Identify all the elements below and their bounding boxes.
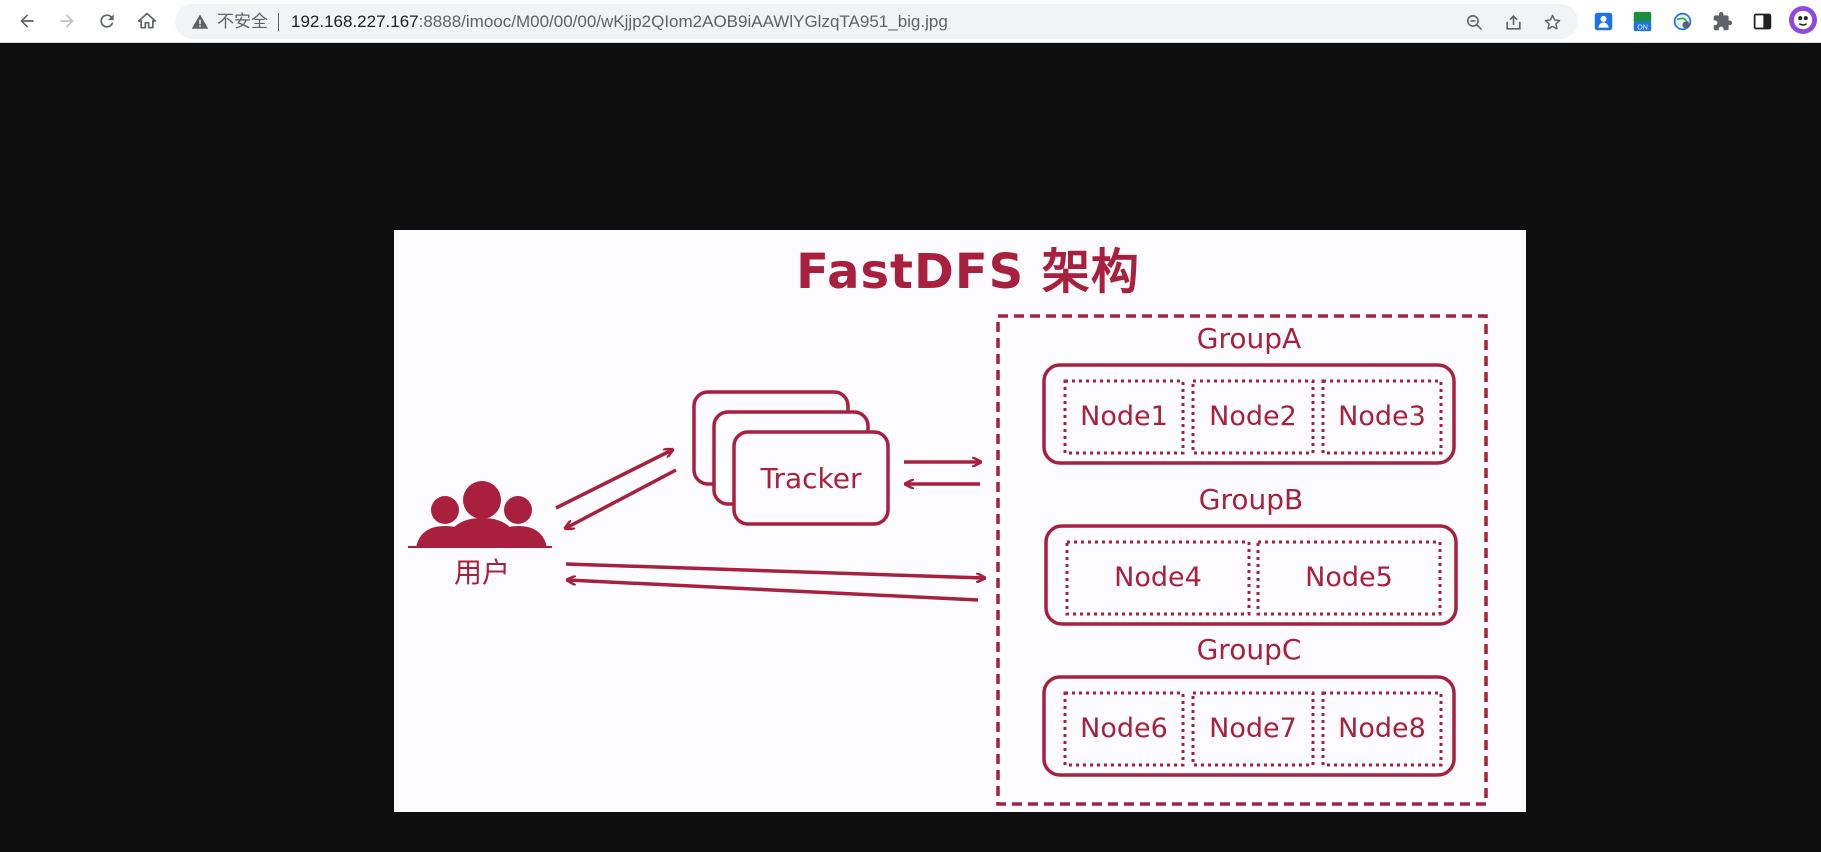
warning-triangle-icon[interactable]	[191, 13, 209, 31]
node1-label: Node1	[1080, 401, 1168, 432]
omnibox-separator	[278, 13, 279, 31]
share-icon	[1505, 14, 1521, 30]
address-bar[interactable]: 不安全 192.168.227.167:8888/imooc/M00/00/00…	[175, 4, 1578, 39]
extension-globe-button[interactable]	[1670, 9, 1694, 33]
home-button[interactable]	[132, 6, 162, 36]
zoom-icon	[1466, 14, 1482, 30]
puzzle-icon	[1713, 11, 1732, 30]
node5-label: Node5	[1305, 562, 1393, 593]
side-panel-icon	[1753, 13, 1771, 29]
extension-on-button[interactable]: ON	[1630, 9, 1654, 33]
extension-1-icon	[1594, 12, 1612, 30]
group-c-label: GroupC	[1196, 633, 1302, 666]
arrow-user-to-tracker	[555, 450, 672, 510]
profile-avatar-icon	[1793, 10, 1813, 30]
group-a-label: GroupA	[1196, 322, 1302, 355]
node6-label: Node6	[1080, 713, 1168, 744]
url-text[interactable]: 192.168.227.167:8888/imooc/M00/00/00/wKj…	[291, 12, 948, 32]
url-path: :8888/imooc/M00/00/00/wKjjp2QIom2AOB9iAA…	[418, 12, 948, 31]
forward-button[interactable]	[52, 6, 82, 36]
home-icon	[137, 12, 157, 29]
diagram-title: FastDFS 架构	[796, 244, 1140, 300]
arrow-storage-to-user	[568, 580, 979, 602]
extension-globe-icon	[1673, 12, 1691, 30]
extension-on-icon: ON	[1633, 11, 1651, 31]
back-arrow-icon	[20, 14, 34, 28]
node4-label: Node4	[1114, 562, 1202, 593]
tracker-label: Tracker	[760, 462, 862, 495]
extension-on-badge: ON	[1637, 24, 1648, 31]
node7-label: Node7	[1209, 713, 1297, 744]
arrow-tracker-to-user	[566, 468, 677, 528]
back-button[interactable]	[12, 6, 42, 36]
zoom-button[interactable]	[1463, 11, 1485, 33]
tracker-stack	[692, 390, 890, 526]
profile-avatar-button[interactable]	[1789, 6, 1817, 34]
reload-icon	[100, 14, 114, 28]
user-label: 用户	[453, 556, 510, 589]
group-b-label: GroupB	[1198, 483, 1304, 516]
node2-label: Node2	[1209, 401, 1297, 432]
share-button[interactable]	[1502, 11, 1524, 33]
forward-arrow-icon	[60, 14, 74, 28]
reload-button[interactable]	[92, 6, 122, 36]
node3-label: Node3	[1338, 401, 1426, 432]
extension-1-button[interactable]	[1591, 9, 1615, 33]
users-icon	[416, 481, 547, 548]
star-icon	[1544, 14, 1560, 30]
arrow-user-to-storage	[565, 562, 984, 578]
browser-toolbar: 不安全 192.168.227.167:8888/imooc/M00/00/00…	[0, 0, 1821, 43]
node8-label: Node8	[1338, 713, 1426, 744]
url-host: 192.168.227.167	[291, 12, 419, 31]
extensions-puzzle-button[interactable]	[1710, 9, 1734, 33]
viewed-image: FastDFS 架构 用户 Tracker GroupA GroupB Grou…	[394, 230, 1526, 812]
security-status[interactable]: 不安全	[217, 12, 268, 32]
side-panel-button[interactable]	[1750, 9, 1774, 33]
bookmark-star-button[interactable]	[1541, 11, 1563, 33]
